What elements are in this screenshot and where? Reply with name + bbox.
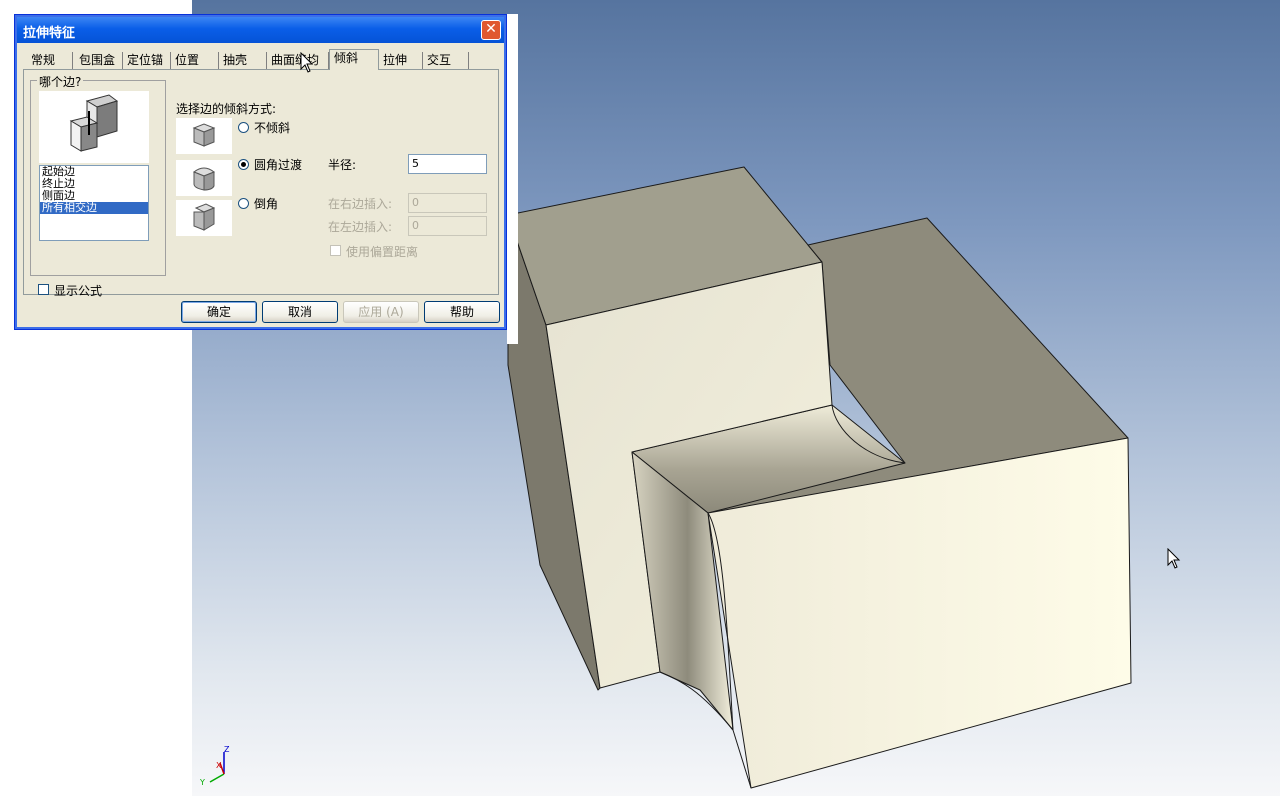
fillet-thumbnail — [176, 160, 232, 196]
dialog-title: 拉伸特征 — [23, 26, 76, 41]
title-bar[interactable]: 拉伸特征 ✕ — [17, 17, 504, 43]
no-tilt-thumbnail — [176, 118, 232, 154]
chamfer-label: 倒角 — [254, 197, 279, 211]
radius-label: 半径: — [328, 158, 357, 172]
which-edge-group: 哪个边? 起始边 终止边 侧面边 所有相交边 — [30, 73, 166, 276]
close-button[interactable]: ✕ — [481, 20, 501, 40]
tab-bounding-box[interactable]: 包围盒 — [75, 52, 123, 69]
chamfer-thumbnail — [176, 200, 232, 236]
edge-listbox[interactable]: 起始边 终止边 侧面边 所有相交边 — [39, 165, 149, 241]
left-inset-input[interactable]: 0 — [408, 216, 487, 236]
z-axis-label: Z — [224, 746, 230, 754]
tilt-panel: 哪个边? 起始边 终止边 侧面边 所有相交边 显示公式 选择边的倾斜方式: 不倾… — [23, 69, 499, 298]
use-offset-checkbox[interactable] — [330, 245, 341, 256]
tab-interaction[interactable]: 交互 — [423, 52, 469, 69]
left-inset-label: 在左边插入: — [328, 220, 393, 234]
y-axis-label: Y — [199, 778, 205, 787]
right-inset-label: 在右边插入: — [328, 197, 393, 211]
cancel-button[interactable]: 取消 — [262, 301, 338, 323]
fillet-label: 圆角过渡 — [254, 158, 303, 172]
tilt-method-prompt: 选择边的倾斜方式: — [176, 102, 277, 116]
apply-button[interactable]: 应用 (A) — [343, 301, 419, 323]
x-axis-label: X — [216, 761, 222, 770]
dialog-shadow-area — [507, 14, 518, 344]
mouse-cursor — [1167, 548, 1181, 569]
tab-position[interactable]: 位置 — [171, 52, 219, 69]
tab-extrude[interactable]: 拉伸 — [379, 52, 423, 69]
show-formula-label: 显示公式 — [54, 284, 103, 298]
axis-triad: Z X Y — [198, 745, 238, 791]
chamfer-radio[interactable] — [238, 198, 249, 209]
tab-tilt[interactable]: 倾斜 — [329, 49, 379, 70]
right-inset-input[interactable]: 0 — [408, 193, 487, 213]
edge-preview — [39, 91, 149, 163]
tab-surface[interactable]: 曲面缝均 — [267, 52, 329, 69]
tab-general[interactable]: 常规 — [27, 52, 73, 69]
help-button[interactable]: 帮助 — [424, 301, 500, 323]
which-edge-legend: 哪个边? — [37, 73, 84, 90]
ok-button[interactable]: 确定 — [181, 301, 257, 323]
radius-input[interactable]: 5 — [408, 154, 487, 174]
show-formula-checkbox[interactable] — [38, 284, 49, 295]
no-tilt-label: 不倾斜 — [254, 121, 291, 135]
use-offset-label: 使用偏置距离 — [346, 245, 419, 259]
mouse-cursor-dialog — [300, 52, 314, 73]
extrude-feature-dialog: 拉伸特征 ✕ 常规 包围盒 定位锚 位置 抽壳 曲面缝均 倾斜 拉伸 交互 哪个… — [14, 14, 507, 330]
fillet-radio[interactable] — [238, 159, 249, 170]
list-item-all-edges[interactable]: 所有相交边 — [40, 202, 148, 214]
tab-shell[interactable]: 抽壳 — [219, 52, 267, 69]
tab-anchor[interactable]: 定位锚 — [123, 52, 171, 69]
no-tilt-radio[interactable] — [238, 122, 249, 133]
